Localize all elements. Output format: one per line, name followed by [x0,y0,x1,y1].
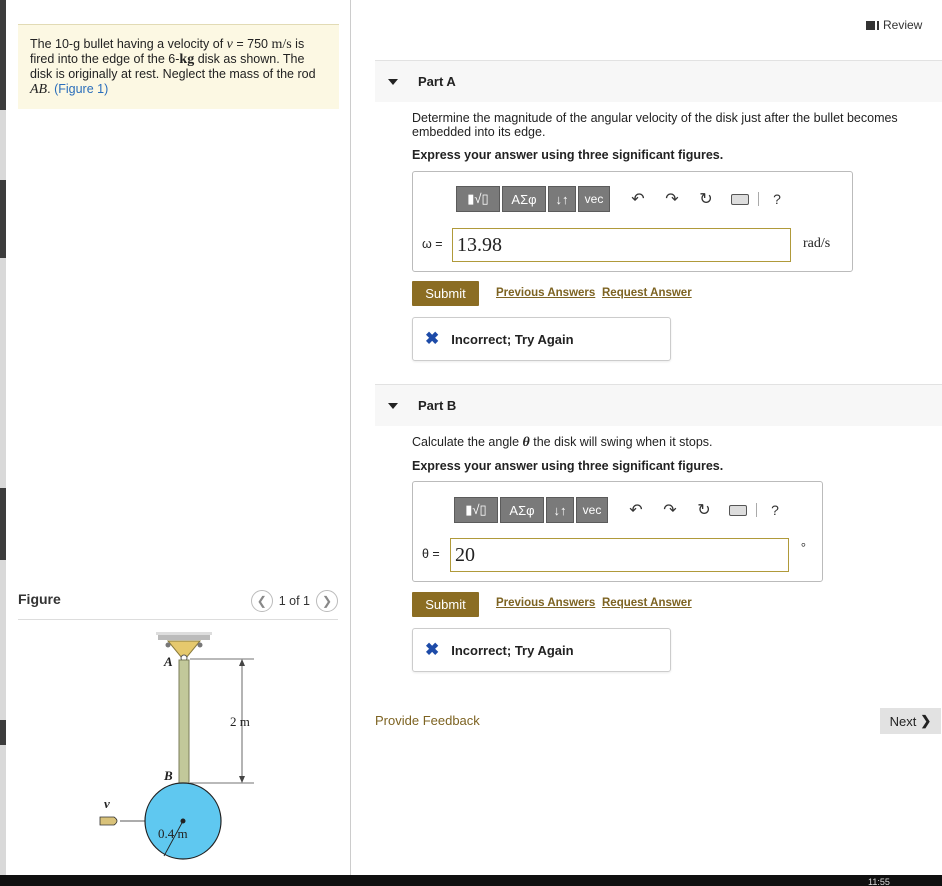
part-b-request-answer-link[interactable]: Request Answer [602,597,692,609]
part-a-answer-input[interactable]: 13.98 [452,228,791,262]
provide-feedback-link[interactable]: Provide Feedback [375,713,480,728]
part-b-submit-button[interactable]: Submit [412,592,479,617]
problem-statement: The 10-g bullet having a velocity of v =… [18,24,339,109]
window-edge [0,0,6,886]
part-b-question: Calculate the angle θ the disk will swin… [412,435,713,450]
part-a-feedback: ✖ Incorrect; Try Again [412,317,671,361]
figure-title: Figure [18,591,61,607]
label-B: B [163,768,173,783]
chevron-right-icon: ❯ [920,713,932,728]
part-b-feedback: ✖ Incorrect; Try Again [412,628,671,672]
templates-button[interactable]: ▮√▯ [456,186,500,212]
label-radius: 0.4 m [158,826,188,841]
rod-AB [178,659,190,789]
part-b-instruction: Express your answer using three signific… [412,459,724,473]
collapse-triangle-icon [388,402,398,409]
vec-button[interactable]: vec [578,186,610,212]
review-link[interactable]: Review [866,18,922,32]
part-b-header[interactable]: Part B [375,384,942,426]
incorrect-x-icon: ✖ [425,640,440,659]
undo-icon[interactable]: ↶ [624,498,648,522]
taskbar-clock: 11:55 [868,877,890,886]
part-a-header[interactable]: Part A [375,60,942,102]
label-2m: 2 m [230,714,250,729]
help-icon[interactable]: ? [765,187,789,211]
arrows-button[interactable]: ↓↑ [546,497,574,523]
undo-icon[interactable]: ↶ [626,187,650,211]
next-figure-button[interactable]: ❯ [316,590,338,612]
part-a-instruction: Express your answer using three signific… [412,148,724,162]
part-a-math-toolbar: ▮√▯ ΑΣφ ↓↑ vec ↶ ↷ ↻ ? [456,186,789,212]
next-button[interactable]: Next ❯ [880,708,941,734]
chevron-right-icon: ❯ [321,594,333,608]
vec-button[interactable]: vec [576,497,608,523]
omega-label: ω = [422,237,443,251]
chevron-left-icon: ❮ [256,594,267,608]
incorrect-x-icon: ✖ [425,329,440,348]
part-b-previous-answers-link[interactable]: Previous Answers [496,597,595,609]
part-b-unit: ° [801,540,806,554]
keyboard-icon[interactable] [728,187,752,211]
reset-icon[interactable]: ↻ [694,187,718,211]
greek-button[interactable]: ΑΣφ [502,186,546,212]
part-a-unit: rad/s [803,236,831,251]
arrows-button[interactable]: ↓↑ [548,186,576,212]
bullet [99,816,118,826]
prev-figure-button[interactable]: ❮ [250,590,273,612]
label-A: A [163,654,173,669]
figure-link[interactable]: (Figure 1) [54,82,108,96]
part-a-submit-button[interactable]: Submit [412,281,479,306]
figure-header: Figure ❮ 1 of 1 ❯ [18,588,338,620]
greek-button[interactable]: ΑΣφ [500,497,544,523]
keyboard-icon[interactable] [726,498,750,522]
part-a-previous-answers-link[interactable]: Previous Answers [496,287,595,299]
part-a-request-answer-link[interactable]: Request Answer [602,287,692,299]
reset-icon[interactable]: ↻ [692,498,716,522]
part-b-math-toolbar: ▮√▯ ΑΣφ ↓↑ vec ↶ ↷ ↻ ? [454,497,787,523]
help-icon[interactable]: ? [763,498,787,522]
part-b-answer-input[interactable]: 20 [450,538,789,572]
collapse-triangle-icon [388,78,398,85]
figure-pager: ❮ 1 of 1 ❯ [250,590,338,612]
taskbar [0,875,942,886]
templates-button[interactable]: ▮√▯ [454,497,498,523]
book-icon [866,20,877,30]
label-v: v [104,796,110,811]
part-a-question: Determine the magnitude of the angular v… [412,111,898,139]
page: The 10-g bullet having a velocity of v =… [0,0,942,886]
figure-page-count: 1 of 1 [278,594,310,608]
redo-icon[interactable]: ↷ [660,187,684,211]
pane-divider [350,0,351,875]
redo-icon[interactable]: ↷ [658,498,682,522]
figure-diagram: A B v 2 m 0.4 m [99,632,254,860]
theta-label: θ = [422,547,440,561]
